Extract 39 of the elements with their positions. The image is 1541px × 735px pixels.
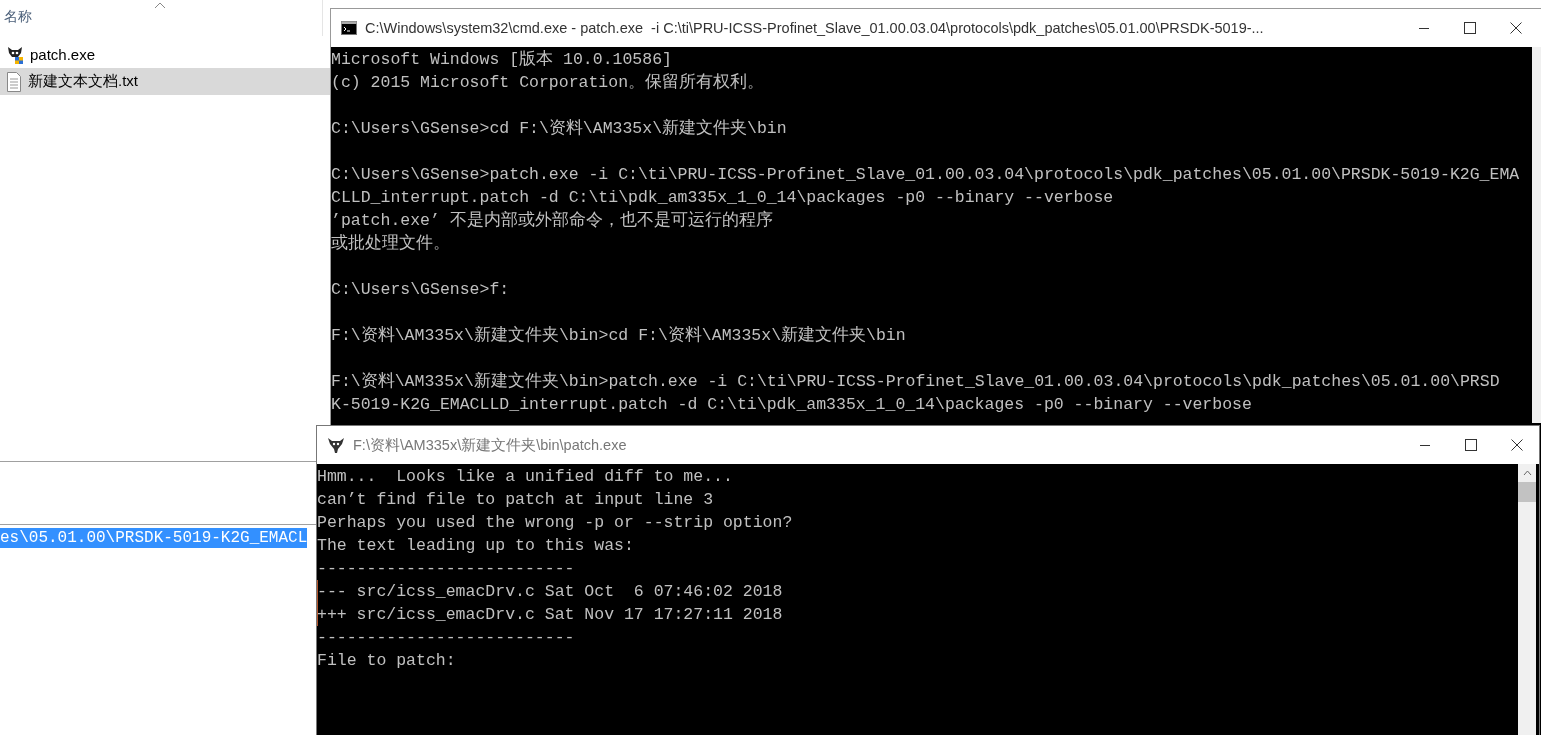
animal-head-icon — [327, 436, 345, 454]
console-line: F:\资料\AM335x\新建文件夹\bin>cd F:\资料\AM335x\新建文件夹\bin — [331, 325, 907, 347]
console-line: F:\资料\AM335x\新建文件夹\bin>patch.exe -i C:\ti\PRU-ICSS-Profinet_Slave_01.00.03.04\protocols\pdk_patches\05.01.00\PRSD — [331, 371, 1501, 393]
scrollbar-thumb[interactable] — [1518, 482, 1536, 502]
maximize-icon[interactable] — [1464, 22, 1476, 34]
console-line: Microsoft Windows [版本 10.0.10586] — [331, 49, 673, 71]
console-line: K-5019-K2G_EMACLLD_interrupt.patch -d C:\ti\pdk_am335x_1_0_14\packages -p0 --binary --verbose — [331, 394, 1253, 416]
console-line: +++ src/icss_emacDrv.c Sat Nov 17 17:27:11 2018 — [317, 603, 1518, 626]
window-title: C:\Windows\system32\cmd.exe - patch.exe -i C:\ti\PRU-ICSS-Profinet_Slave_01.00.03.04\protocols\pdk_patches\05.01.00\PRSDK-5019-... — [365, 20, 1264, 36]
console-line: (c) 2015 Microsoft Corporation。保留所有权利。 — [331, 72, 766, 94]
console-line: Perhaps you used the wrong -p or --strip option? — [317, 512, 794, 534]
close-icon[interactable] — [1511, 439, 1523, 451]
column-header[interactable]: 名称 — [4, 8, 32, 26]
close-icon[interactable] — [1510, 22, 1522, 34]
console-line: -------------------------- — [317, 558, 576, 580]
console-line: -------------------------- — [317, 627, 576, 649]
scrollbar[interactable] — [1518, 464, 1536, 735]
scroll-up-icon[interactable] — [1522, 470, 1532, 476]
console-line: C:\Users\GSense>patch.exe -i C:\ti\PRU-ICSS-Profinet_Slave_01.00.03.04\protocols\pdk_patches\05.01.00\PRSDK-5019-K2G_EMA — [331, 164, 1521, 186]
console-line: The text leading up to this was: — [317, 535, 635, 557]
scrollbar[interactable] — [1532, 47, 1541, 423]
console-line: C:\Users\GSense>f: — [331, 279, 511, 301]
console-line: File to patch: — [317, 650, 457, 672]
console-line: C:\Users\GSense>cd F:\资料\AM335x\新建文件夹\bin — [331, 118, 788, 140]
file-row[interactable]: patch.exe — [0, 41, 330, 68]
console-line: 或批处理文件。 — [331, 233, 451, 255]
text-file-icon — [6, 71, 22, 92]
console-line: CLLD_interrupt.patch -d C:\ti\pdk_am335x_1_0_14\packages -p0 --binary --verbose — [331, 187, 1115, 209]
console-line: Hmm... Looks like a unified diff to me... — [317, 466, 734, 488]
console-line: ’patch.exe’ 不是内部或外部命令，也不是可运行的程序 — [331, 209, 774, 232]
program-icon — [6, 44, 24, 65]
maximize-icon[interactable] — [1465, 439, 1477, 451]
console-line: can’t find file to patch at input line 3 — [317, 489, 715, 511]
console-icon — [341, 21, 357, 35]
console-line: --- src/icss_emacDrv.c Sat Oct 6 07:46:02 2018 — [317, 580, 1518, 603]
sort-caret-icon — [154, 2, 166, 9]
selected-text: es\05.01.00\PRSDK-5019-K2G_EMACL — [0, 528, 308, 548]
window-title: F:\资料\AM335x\新建文件夹\bin\patch.exe — [353, 435, 627, 455]
file-row[interactable]: 新建文本文档.txt — [0, 68, 330, 95]
